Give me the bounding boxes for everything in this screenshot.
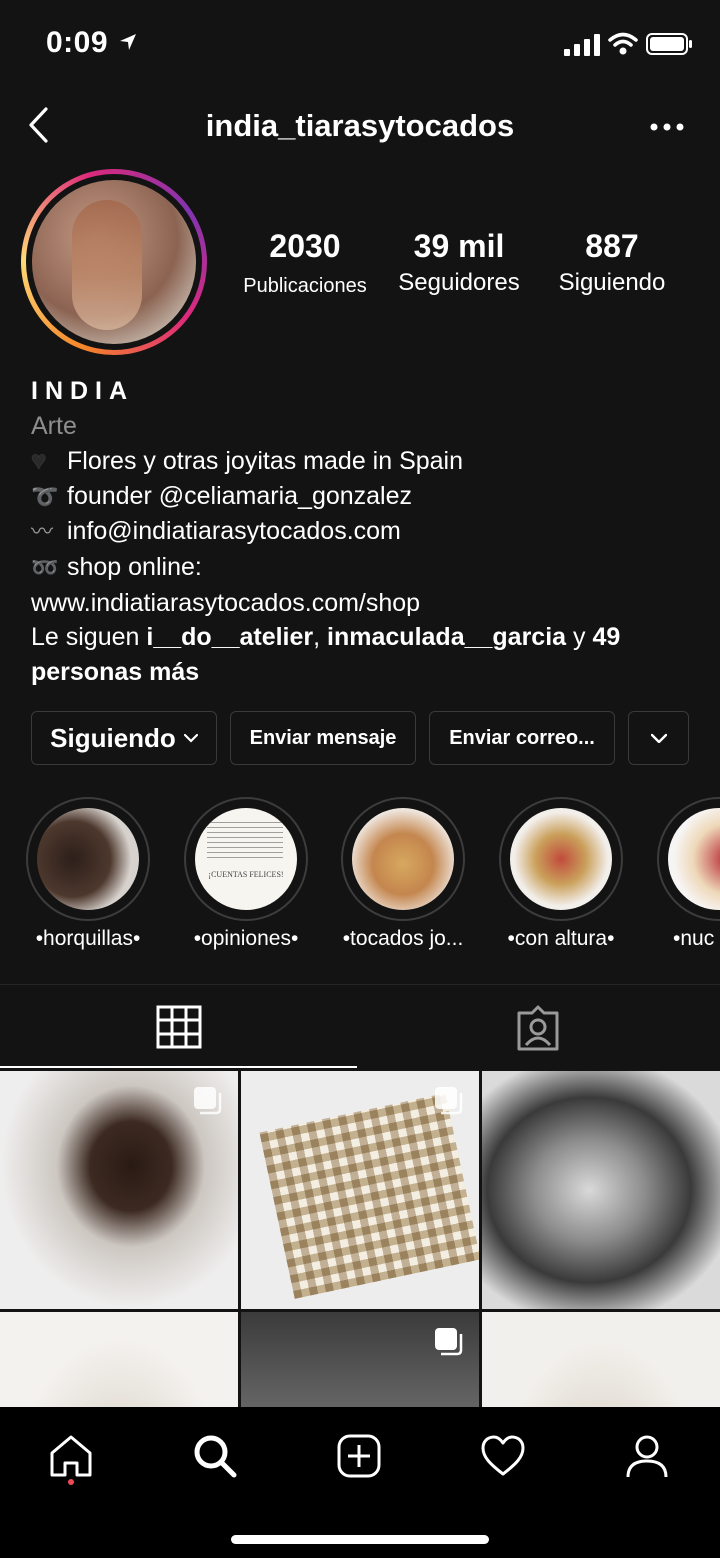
highlight-circle — [657, 797, 720, 921]
stat-followers-value: 39 mil — [413, 228, 505, 264]
profile-name: INDIA — [31, 377, 135, 405]
chevron-down-icon — [650, 733, 667, 743]
status-bar: 0:09 — [0, 0, 720, 90]
bio-line-4-text: shop online: — [67, 552, 202, 581]
wavy-dash-icon: 〰 — [31, 519, 54, 545]
email-button[interactable]: Enviar correo... — [429, 711, 615, 765]
highlight-label: •horquillas• — [35, 927, 141, 950]
highlight-circle — [26, 797, 150, 921]
highlight-nuc[interactable]: •nuc — [657, 797, 720, 967]
profile-avatar-story-ring[interactable] — [21, 169, 207, 355]
bio-line-1: ♥ Flores y otras joyitas made in Spain — [31, 443, 691, 479]
chevron-down-icon — [183, 733, 198, 743]
stat-followers[interactable]: 39 mil Seguidores — [386, 228, 532, 297]
highlight-cover — [37, 808, 139, 910]
battery-icon — [646, 33, 692, 55]
profile-bio: INDIA Arte ♥ Flores y otras joyitas made … — [31, 374, 691, 689]
highlight-label: •opiniones• — [193, 927, 299, 950]
followed-by-user-1: i__do__atelier — [146, 623, 314, 652]
highlight-label: •con altura• — [507, 927, 615, 950]
carousel-icon — [435, 1087, 463, 1115]
highlight-opiniones[interactable]: ¡CUENTAS FELICES! •opiniones• — [184, 797, 308, 950]
post-thumbnail[interactable] — [241, 1071, 479, 1309]
tabs-divider — [0, 984, 720, 985]
loop-icon: ➰ — [31, 483, 59, 509]
highlight-label: •nuc — [673, 927, 715, 950]
bio-line-1-text: Flores y otras joyitas made in Spain — [67, 447, 464, 476]
stat-posts-label: Publicaciones — [243, 275, 367, 297]
notification-dot — [68, 1479, 74, 1485]
carousel-icon — [435, 1328, 463, 1356]
stat-following-label: Siguiendo — [558, 269, 666, 296]
stat-posts[interactable]: 2030 Publicaciones — [232, 228, 378, 298]
followed-by-user-2: inmaculada__garcia — [327, 623, 567, 652]
highlight-cover: ¡CUENTAS FELICES! — [195, 808, 297, 910]
following-button[interactable]: Siguiendo — [31, 711, 217, 765]
highlight-circle: ¡CUENTAS FELICES! — [184, 797, 308, 921]
post-thumbnail[interactable] — [0, 1071, 238, 1309]
double-loop-icon: ➿ — [31, 554, 59, 580]
profile-icon[interactable] — [624, 1433, 670, 1479]
highlight-cover — [510, 808, 612, 910]
more-icon[interactable] — [650, 118, 684, 136]
status-time: 0:09 — [46, 26, 109, 59]
search-icon[interactable] — [192, 1433, 238, 1479]
bio-line-2: ➰ founder @celiamaria_gonzalez — [31, 479, 691, 515]
wifi-icon — [608, 32, 638, 55]
highlight-horquillas[interactable]: •horquillas• — [26, 797, 150, 950]
location-arrow-icon — [120, 34, 136, 50]
stat-following-value: 887 — [585, 228, 639, 264]
active-tab-indicator — [0, 1066, 357, 1068]
stat-following[interactable]: 887 Siguiendo — [548, 228, 676, 297]
followed-by-prefix: Le siguen — [31, 623, 147, 652]
cellular-signal-icon — [564, 34, 600, 56]
home-icon[interactable] — [48, 1433, 94, 1479]
tagged-icon[interactable] — [515, 1005, 561, 1051]
home-indicator — [231, 1535, 489, 1544]
add-icon[interactable] — [336, 1433, 382, 1479]
suggestions-dropdown-button[interactable] — [628, 711, 689, 765]
profile-category: Arte — [31, 411, 77, 440]
profile-username: india_tiarasytocados — [205, 108, 515, 143]
highlight-cover-caption: ¡CUENTAS FELICES! — [208, 870, 284, 879]
highlight-circle — [341, 797, 465, 921]
highlight-cover — [668, 808, 720, 910]
message-button[interactable]: Enviar mensaje — [230, 711, 416, 765]
stat-posts-value: 2030 — [269, 228, 341, 264]
highlight-tocados[interactable]: •tocados jo... — [341, 797, 465, 950]
email-button-label: Enviar correo... — [449, 726, 595, 749]
message-button-label: Enviar mensaje — [249, 726, 397, 749]
followed-by-separator: , — [313, 623, 328, 652]
followed-by-connector: y — [566, 623, 593, 652]
bio-line-4: ➿ shop online: — [31, 550, 691, 586]
bio-line-3: 〰 info@indiatiarasytocados.com — [31, 514, 691, 550]
highlight-con-altura[interactable]: •con altura• — [499, 797, 623, 950]
highlight-label: •tocados jo... — [342, 927, 464, 950]
bio-line-2-text[interactable]: founder @celiamaria_gonzalez — [67, 482, 412, 510]
stat-followers-label: Seguidores — [398, 269, 520, 296]
followed-by[interactable]: Le siguen i__do__atelier, inmaculada__ga… — [31, 620, 691, 689]
black-heart-icon: ♥ — [31, 445, 47, 476]
following-button-label: Siguiendo — [50, 722, 176, 753]
carousel-icon — [194, 1087, 222, 1115]
post-thumbnail[interactable] — [482, 1071, 720, 1309]
heart-icon[interactable] — [480, 1433, 526, 1479]
bio-line-3-text: info@indiatiarasytocados.com — [67, 517, 401, 546]
bio-website-link[interactable]: www.indiatiarasytocados.com/shop — [31, 586, 691, 621]
highlight-circle — [499, 797, 623, 921]
avatar — [32, 180, 196, 344]
highlight-cover — [352, 808, 454, 910]
grid-icon[interactable] — [156, 1005, 202, 1049]
